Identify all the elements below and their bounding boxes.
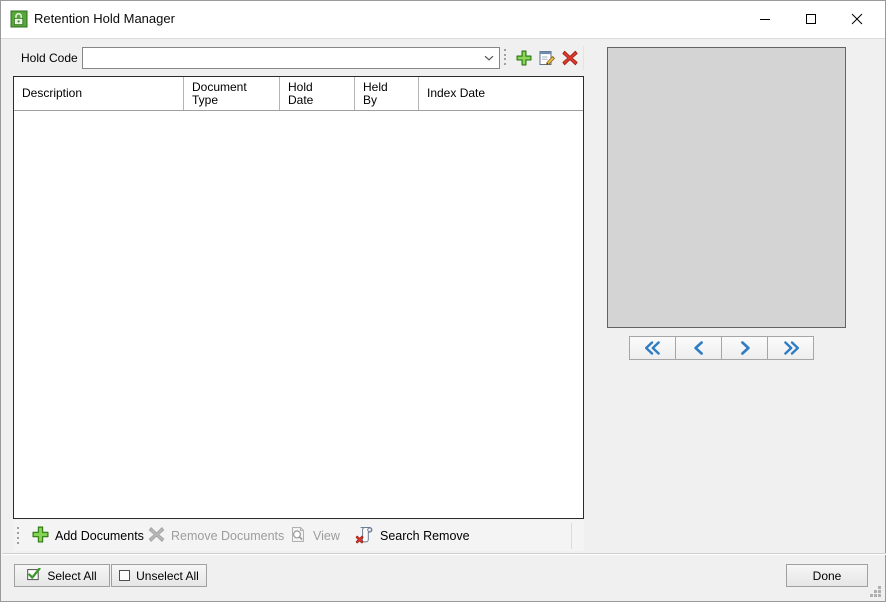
column-header-document-type[interactable]: Document Type xyxy=(183,77,279,110)
grid-body[interactable] xyxy=(14,111,583,518)
document-preview-panel[interactable] xyxy=(607,47,846,328)
toolbar-drag-handle[interactable] xyxy=(504,49,507,65)
document-command-toolbar: Add Documents Remove Documents View Sear… xyxy=(13,520,584,551)
unselect-all-button[interactable]: Unselect All xyxy=(111,564,207,587)
hold-code-label: Hold Code xyxy=(21,51,78,65)
retention-hold-manager-window: Retention Hold Manager Hold Code Descrip… xyxy=(0,0,886,602)
select-all-button[interactable]: Select All xyxy=(14,564,110,587)
last-page-button[interactable] xyxy=(767,336,814,360)
footer-divider xyxy=(2,553,886,555)
minimize-icon[interactable] xyxy=(742,1,788,37)
search-remove-button[interactable]: Search Remove xyxy=(351,523,474,549)
grid-header-row: Description Document Type Hold Date Held… xyxy=(14,77,583,111)
first-page-button[interactable] xyxy=(629,336,676,360)
delete-hold-code-button[interactable] xyxy=(558,46,582,70)
remove-documents-label: Remove Documents xyxy=(171,529,285,543)
window-title: Retention Hold Manager xyxy=(34,11,175,26)
done-label: Done xyxy=(812,568,842,583)
previous-page-button[interactable] xyxy=(675,336,722,360)
column-header-index-date[interactable]: Index Date xyxy=(418,77,583,110)
column-header-hold-date[interactable]: Hold Date xyxy=(279,77,354,110)
grey-x-icon xyxy=(147,525,166,547)
view-label: View xyxy=(313,529,340,543)
checked-checkbox-icon xyxy=(27,567,41,584)
done-button[interactable]: Done xyxy=(786,564,868,587)
add-hold-code-button[interactable] xyxy=(512,46,536,70)
column-header-held-by[interactable]: Held By xyxy=(354,77,418,110)
empty-checkbox-icon xyxy=(119,570,131,581)
add-documents-button[interactable]: Add Documents xyxy=(27,523,148,549)
resize-grip[interactable] xyxy=(870,586,881,597)
title-bar: Retention Hold Manager xyxy=(1,1,885,39)
edit-hold-code-button[interactable] xyxy=(535,46,559,70)
hold-code-combobox[interactable] xyxy=(82,47,500,69)
retention-hold-lock-icon xyxy=(10,10,28,28)
view-button[interactable]: View xyxy=(285,523,344,549)
held-documents-grid: Description Document Type Hold Date Held… xyxy=(13,76,584,519)
scroll-red-x-icon xyxy=(355,525,375,547)
add-documents-label: Add Documents xyxy=(55,529,144,543)
toolbar-separator xyxy=(583,46,584,70)
maximize-icon[interactable] xyxy=(788,1,834,37)
hold-code-input[interactable] xyxy=(83,48,479,68)
close-icon[interactable] xyxy=(834,1,880,37)
command-toolbar-separator xyxy=(571,523,572,549)
page-magnifier-icon xyxy=(289,525,308,547)
green-plus-icon xyxy=(31,525,50,547)
remove-documents-button[interactable]: Remove Documents xyxy=(143,523,288,549)
select-all-label: Select All xyxy=(47,568,97,583)
column-header-description[interactable]: Description xyxy=(14,77,183,110)
unselect-all-label: Unselect All xyxy=(136,568,199,583)
command-toolbar-drag-handle[interactable] xyxy=(17,527,20,544)
chevron-down-icon[interactable] xyxy=(479,48,499,68)
search-remove-label: Search Remove xyxy=(380,529,470,543)
next-page-button[interactable] xyxy=(721,336,768,360)
